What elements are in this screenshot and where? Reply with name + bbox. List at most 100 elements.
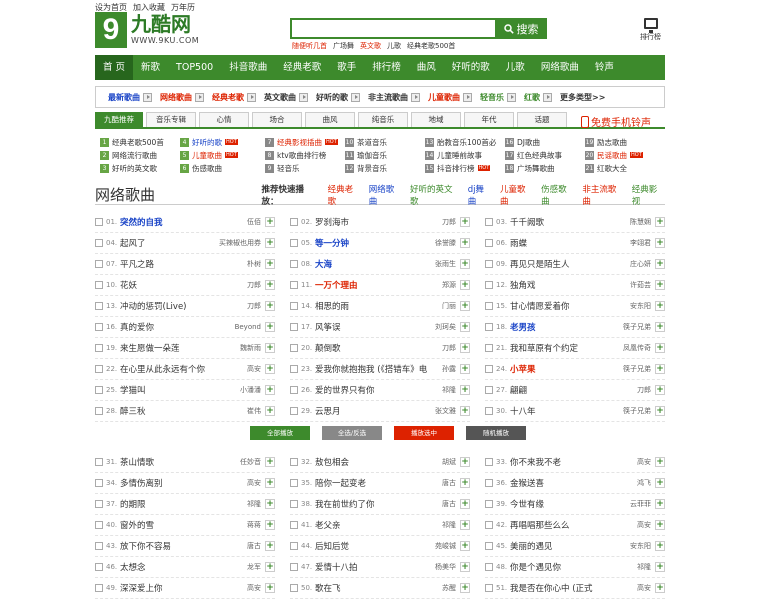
table-row[interactable]: 01. 突然的自我 伍佰 + (95, 212, 275, 233)
song-checkbox[interactable] (485, 521, 493, 529)
nav-item[interactable]: 网络歌曲 (533, 55, 587, 80)
song-checkbox[interactable] (485, 563, 493, 571)
table-row[interactable]: 15. 甘心情愿爱着你 安东阳 + (485, 296, 665, 317)
song-artist[interactable]: 小潘潘 (240, 385, 261, 395)
nav-item[interactable]: 好听的歌 (444, 55, 498, 80)
list-item[interactable]: 12 背景音乐 (345, 163, 425, 173)
song-title[interactable]: 我和草原有个约定 (510, 342, 623, 354)
song-checkbox[interactable] (485, 218, 493, 226)
song-artist[interactable]: 魏新雨 (240, 343, 261, 353)
song-title[interactable]: 再见只是陌生人 (510, 258, 630, 270)
song-checkbox[interactable] (290, 281, 298, 289)
search-input[interactable] (290, 18, 495, 39)
table-row[interactable]: 50. 歌在飞 苏醒 + (290, 578, 470, 599)
table-row[interactable]: 36. 金猴送喜 鸿飞 + (485, 473, 665, 494)
add-icon[interactable]: + (460, 541, 470, 551)
nav-item[interactable]: 曲风 (409, 55, 444, 80)
add-icon[interactable]: + (265, 385, 275, 395)
song-checkbox[interactable] (290, 479, 298, 487)
table-row[interactable]: 16. 真的爱你 Beyond + (95, 317, 275, 338)
play-all-button[interactable]: 全部播放 (250, 426, 310, 440)
song-title[interactable]: 的期限 (120, 498, 247, 510)
hotword[interactable]: 广场舞 (333, 41, 354, 51)
song-checkbox[interactable] (95, 281, 103, 289)
list-item[interactable]: 14 儿童睡前故事 (425, 150, 505, 160)
song-title[interactable]: 真的爱你 (120, 321, 235, 333)
add-icon[interactable]: + (655, 238, 665, 248)
nav-item[interactable]: 经典老歌 (275, 55, 329, 80)
song-title[interactable]: 深深爱上你 (120, 582, 247, 594)
add-icon[interactable]: + (265, 343, 275, 353)
song-title[interactable]: 老男孩 (510, 321, 623, 333)
add-icon[interactable]: + (460, 343, 470, 353)
quick-play-link[interactable]: 经典影视 (632, 183, 665, 207)
nav-item[interactable]: 儿歌 (498, 55, 533, 80)
tab[interactable]: 纯音乐 (358, 112, 408, 127)
song-checkbox[interactable] (290, 386, 298, 394)
list-item[interactable]: 5 儿童歌曲 HOT (180, 150, 260, 160)
list-item[interactable]: 18 广场舞歌曲 (505, 163, 585, 173)
song-title[interactable]: 大海 (315, 258, 435, 270)
tab[interactable]: 年代 (464, 112, 514, 127)
song-artist[interactable]: 李翊君 (630, 238, 651, 248)
list-item[interactable]: 9 轻音乐 (265, 163, 345, 173)
song-checkbox[interactable] (95, 323, 103, 331)
category-item[interactable]: 网络歌曲 (160, 92, 204, 103)
song-checkbox[interactable] (290, 458, 298, 466)
song-artist[interactable]: 祁隆 (442, 385, 456, 395)
table-row[interactable]: 31. 茶山情歌 任妙音 + (95, 452, 275, 473)
search-button[interactable]: 搜索 (495, 18, 547, 39)
hotword[interactable]: 随便听几首 (292, 41, 327, 51)
song-title[interactable]: 陪你一起变老 (315, 477, 442, 489)
site-logo[interactable]: 9 九酷网 WWW.9KU.COM (95, 12, 199, 48)
add-icon[interactable]: + (655, 478, 665, 488)
song-title[interactable]: 再唱唱那些么么 (510, 519, 637, 531)
add-icon[interactable]: + (655, 406, 665, 416)
song-artist[interactable]: 崔伟 (247, 406, 261, 416)
table-row[interactable]: 49. 深深爱上你 高安 + (95, 578, 275, 599)
table-row[interactable]: 45. 美丽的遇见 安东阳 + (485, 536, 665, 557)
list-item[interactable]: 13 胎教音乐100首必 (425, 137, 505, 147)
song-artist[interactable]: 刀郎 (247, 280, 261, 290)
song-artist[interactable]: 龙军 (247, 562, 261, 572)
song-checkbox[interactable] (95, 218, 103, 226)
song-checkbox[interactable] (485, 479, 493, 487)
song-title[interactable]: 歌在飞 (315, 582, 442, 594)
add-icon[interactable]: + (265, 541, 275, 551)
song-checkbox[interactable] (290, 344, 298, 352)
nav-item[interactable]: 歌手 (329, 55, 364, 80)
table-row[interactable]: 42. 再唱唱那些么么 高安 + (485, 515, 665, 536)
song-checkbox[interactable] (485, 458, 493, 466)
song-artist[interactable]: 云菲菲 (630, 499, 651, 509)
quick-play-link[interactable]: 儿童歌曲 (500, 183, 533, 207)
add-icon[interactable]: + (265, 322, 275, 332)
song-title[interactable]: 醉三秋 (120, 405, 247, 417)
table-row[interactable]: 43. 放下你不容易 唐古 + (95, 536, 275, 557)
add-icon[interactable]: + (460, 499, 470, 509)
song-artist[interactable]: 高安 (637, 457, 651, 467)
song-title[interactable]: 风筝误 (315, 321, 435, 333)
song-checkbox[interactable] (95, 386, 103, 394)
add-icon[interactable]: + (655, 499, 665, 509)
table-row[interactable]: 23. 爱我你就抱抱我 (《搭错车》电 孙露 + (290, 359, 470, 380)
list-item[interactable]: 6 伤感歌曲 (180, 163, 260, 173)
tab[interactable]: 音乐专辑 (146, 112, 196, 127)
song-checkbox[interactable] (290, 563, 298, 571)
category-item[interactable]: 好听的歌 (316, 92, 360, 103)
song-title[interactable]: 爱情十八拍 (315, 561, 435, 573)
song-artist[interactable]: 伍佰 (247, 217, 261, 227)
table-row[interactable]: 12. 独角戏 许茹芸 + (485, 275, 665, 296)
table-row[interactable]: 32. 敖包相会 胡斌 + (290, 452, 470, 473)
song-artist[interactable]: 刀郎 (637, 385, 651, 395)
category-item[interactable]: 最新歌曲 (108, 92, 152, 103)
table-row[interactable]: 26. 爱的世界只有你 祁隆 + (290, 380, 470, 401)
song-artist[interactable]: 任妙音 (240, 457, 261, 467)
tab[interactable]: 地域 (411, 112, 461, 127)
quick-play-link[interactable]: 网络歌曲 (369, 183, 402, 207)
add-icon[interactable]: + (460, 322, 470, 332)
table-row[interactable]: 39. 今世有缘 云菲菲 + (485, 494, 665, 515)
song-artist[interactable]: 刀郎 (247, 301, 261, 311)
song-artist[interactable]: 祁隆 (247, 499, 261, 509)
add-icon[interactable]: + (460, 562, 470, 572)
random-play-button[interactable]: 随机播放 (466, 426, 526, 440)
